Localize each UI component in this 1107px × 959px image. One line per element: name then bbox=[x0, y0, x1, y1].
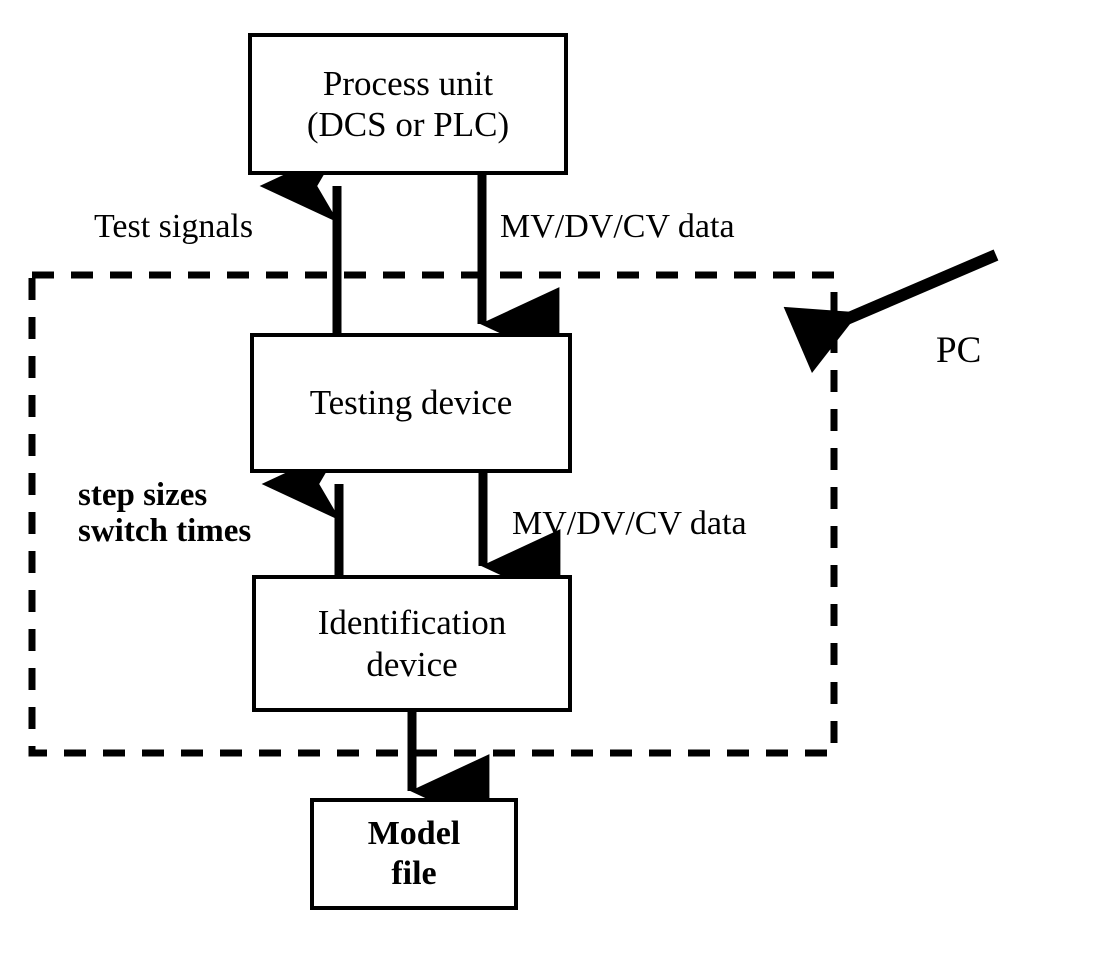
node-identification-device-line1: Identification bbox=[317, 603, 507, 643]
node-testing-device-line1: Testing device bbox=[309, 383, 513, 423]
node-process-unit-line1: Process unit bbox=[322, 63, 494, 103]
node-identification-device-line2: device bbox=[366, 644, 458, 684]
edge-label-mv-dv-cv-top: MV/DV/CV data bbox=[500, 208, 735, 245]
pc-callout-arrow bbox=[783, 249, 999, 374]
edge-label-step-sizes: step sizes bbox=[78, 477, 208, 513]
edge-label-step-sizes-switch-times: step sizes switch times bbox=[78, 477, 251, 550]
edge-label-mv-dv-cv-mid: MV/DV/CV data bbox=[512, 505, 747, 542]
node-process-unit: Process unit (DCS or PLC) bbox=[248, 33, 568, 175]
pc-callout-label: PC bbox=[936, 330, 982, 371]
edge-label-switch-times: switch times bbox=[78, 513, 252, 550]
node-model-file: Model file bbox=[310, 798, 518, 910]
node-identification-device: Identification device bbox=[252, 575, 572, 712]
node-process-unit-line2: (DCS or PLC) bbox=[306, 105, 510, 144]
node-model-file-line2: file bbox=[391, 855, 437, 892]
node-model-file-line1: Model bbox=[367, 814, 461, 852]
edge-label-test-signals: Test signals bbox=[94, 208, 254, 245]
node-testing-device: Testing device bbox=[250, 333, 572, 473]
diagram-canvas: Process unit (DCS or PLC) Testing device… bbox=[0, 0, 1107, 959]
